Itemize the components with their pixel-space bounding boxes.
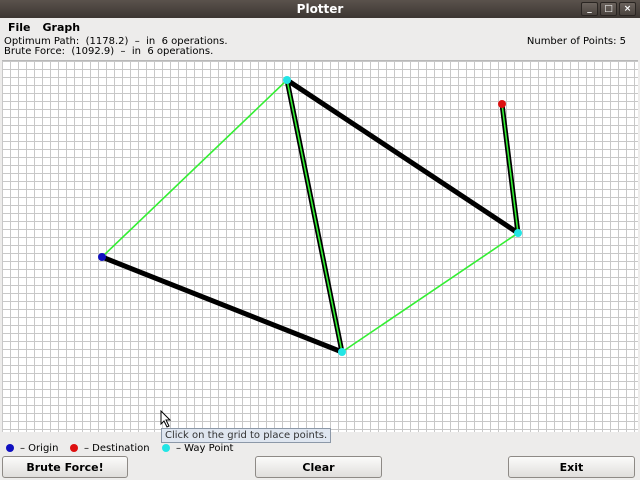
optimum-path-segment	[101, 79, 288, 258]
waypoint-marker[interactable]	[514, 229, 522, 237]
optimum-path-segment	[501, 103, 519, 234]
legend-origin-label: – Origin	[20, 442, 59, 454]
destination-marker[interactable]	[498, 100, 506, 108]
waypoint-marker[interactable]	[283, 76, 291, 84]
brute-force-info: Brute Force: (1092.9) – in 6 operations.	[4, 46, 214, 57]
close-button[interactable]: ×	[619, 2, 636, 16]
origin-dot-icon	[6, 444, 14, 452]
menu-bar: File Graph	[0, 18, 640, 36]
clear-button[interactable]: Clear	[255, 456, 382, 478]
window-controls: _ □ ×	[581, 2, 636, 16]
legend-destination-label: – Destination	[84, 442, 150, 454]
menu-file[interactable]: File	[2, 21, 37, 34]
legend-waypoint-label: – Way Point	[176, 442, 234, 454]
brute-force-button[interactable]: Brute Force!	[2, 456, 128, 478]
window-title: Plotter	[296, 2, 344, 16]
menu-graph[interactable]: Graph	[37, 21, 87, 34]
number-of-points: Number of Points: 5	[526, 36, 626, 47]
plot-grid[interactable]	[2, 60, 638, 432]
legend-waypoint: – Way Point	[162, 442, 233, 454]
optimum-path-segment	[286, 79, 343, 353]
destination-dot-icon	[70, 444, 78, 452]
waypoint-marker[interactable]	[338, 348, 346, 356]
minimize-button[interactable]: _	[581, 2, 598, 16]
waypoint-dot-icon	[162, 444, 170, 452]
path-plot	[98, 76, 522, 356]
brute-force-segment	[99, 254, 345, 355]
legend-origin: – Origin	[6, 442, 58, 454]
brute-force-segment	[284, 77, 521, 236]
exit-button[interactable]: Exit	[508, 456, 635, 478]
maximize-button[interactable]: □	[600, 2, 617, 16]
title-bar: Plotter _ □ ×	[0, 0, 640, 18]
legend-destination: – Destination	[70, 442, 150, 454]
mouse-cursor-icon	[160, 410, 172, 428]
origin-marker[interactable]	[98, 253, 106, 261]
grid-tooltip: Click on the grid to place points.	[161, 428, 332, 443]
optimum-path-segment	[341, 232, 519, 353]
